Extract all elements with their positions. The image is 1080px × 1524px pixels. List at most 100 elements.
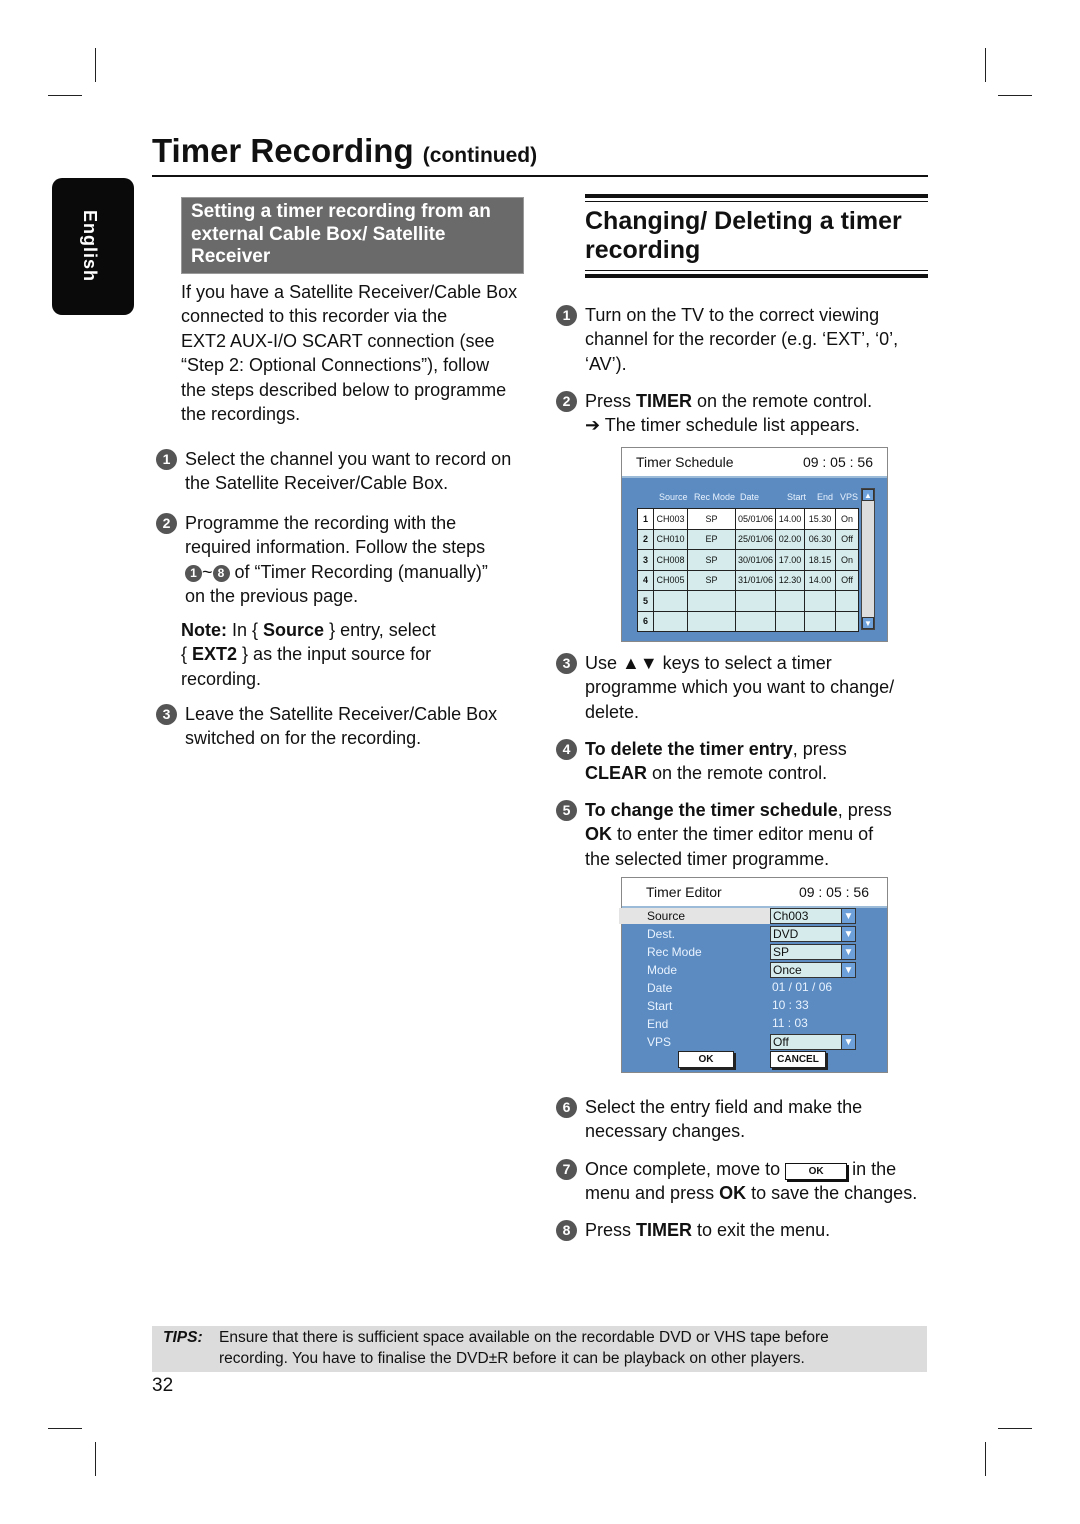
step-number-icon: 8 <box>556 1220 577 1241</box>
clock: 09 : 05 : 56 <box>802 454 873 470</box>
step-text: Turn on the TV to the correct viewing cha… <box>585 303 898 376</box>
chevron-down-icon[interactable]: ▼ <box>841 1034 856 1050</box>
field-dropdown[interactable]: Off ▼ <box>770 1034 856 1050</box>
chevron-down-icon[interactable]: ▼ <box>841 944 856 960</box>
chevron-down-icon[interactable]: ▼ <box>841 962 856 978</box>
text-segment: in the <box>847 1159 897 1179</box>
table-cell: Off <box>835 528 860 550</box>
table-cell <box>687 590 736 612</box>
text-segment: to exit the menu. <box>692 1220 831 1240</box>
column-header: End <box>817 492 834 502</box>
field-label: Mode <box>647 963 678 977</box>
step-number-icon: 3 <box>156 704 177 725</box>
title-rule <box>152 175 928 177</box>
field-dropdown[interactable]: Ch003 ▼ <box>770 908 856 924</box>
table-cell: CH005 <box>653 569 688 591</box>
table-cell <box>734 590 777 612</box>
text-segment: If you have a Satellite Receiver/Cable B… <box>181 282 518 302</box>
text-line: 1 ~8 of “Timer Recording (manually)” <box>185 560 488 584</box>
screen-title: Timer Editor <box>646 884 722 900</box>
step-text: Select the channel you want to record on… <box>185 447 511 496</box>
field-label: Date <box>647 981 673 995</box>
text-line: ➔ The timer schedule list appears. <box>585 413 872 437</box>
text-segment: Press <box>585 391 637 411</box>
field-value-text: Once <box>773 963 802 977</box>
field-value-text: 10 : 33 <box>772 998 809 1012</box>
table-cell <box>775 610 806 632</box>
step-number-icon: 1 <box>556 305 577 326</box>
text-segment: Programme the recording with the <box>185 513 457 533</box>
step-number-icon: 8 <box>212 564 230 582</box>
heading-rule-bottom <box>585 274 928 278</box>
table-cell: EP <box>687 528 736 550</box>
text-segment: to save the changes. <box>746 1183 918 1204</box>
step-text: Use ▲▼ keys to select a timer programme w… <box>585 651 894 724</box>
section-heading-box: Setting a timer recording from an extern… <box>181 197 524 274</box>
scroll-up-icon[interactable]: ▲ <box>862 489 874 501</box>
table-row[interactable]: 5 <box>637 590 860 612</box>
field-dropdown[interactable]: SP ▼ <box>770 944 856 960</box>
text-segment: CLEAR <box>585 763 647 784</box>
field-value-text: Off <box>773 1035 789 1049</box>
field-label: End <box>647 1017 669 1031</box>
text-segment: delete. <box>585 701 640 722</box>
text-segment: recording. <box>181 668 262 689</box>
text-segment: necessary changes. <box>585 1121 746 1142</box>
heading-rule-top-thin <box>585 201 928 202</box>
table-row[interactable]: 2 CH010 EP 25/01/06 02.00 06.30 Off <box>637 528 860 550</box>
step-number-icon: 3 <box>556 653 577 674</box>
text-line: Select the entry field and make the <box>585 1095 862 1119</box>
text-segment: { <box>181 644 193 665</box>
tips-box: TIPS: Ensure that there is sufficient spa… <box>152 1326 927 1372</box>
text-line: Programme the recording with the <box>185 511 488 535</box>
text-line: Use ▲▼ keys to select a timer <box>585 651 894 675</box>
text-line: the recordings. <box>181 402 517 426</box>
field-dropdown[interactable]: Once ▼ <box>770 962 856 978</box>
table-cell: 15.30 <box>804 508 837 530</box>
ok-button[interactable]: OK <box>678 1051 734 1068</box>
table-cell <box>653 590 688 612</box>
tips-text: Ensure that there is sufficient space av… <box>219 1329 829 1346</box>
crop-mark <box>985 48 986 82</box>
field-value[interactable]: 01 / 01 / 06 <box>770 980 832 996</box>
scroll-down-icon[interactable]: ▼ <box>862 617 874 629</box>
text-segment: To delete the timer entry <box>585 739 793 759</box>
cancel-button[interactable]: CANCEL <box>770 1051 826 1068</box>
section-heading: Changing/ Deleting a timer recording <box>585 207 902 264</box>
text-segment: Turn on the TV to the correct viewing <box>585 305 880 325</box>
field-label: Dest. <box>647 927 676 941</box>
text-line: “Step 2: Optional Connections”), follow <box>181 353 517 377</box>
field-value[interactable]: 10 : 33 <box>770 998 809 1014</box>
chevron-down-icon[interactable]: ▼ <box>841 908 856 924</box>
text-line: ‘AV’). <box>585 352 898 376</box>
table-row[interactable]: 6 <box>637 610 860 632</box>
tips-label: TIPS: <box>163 1329 203 1346</box>
text-segment: Leave the Satellite Receiver/Cable Box <box>185 704 498 724</box>
text-line: To change the timer schedule, press <box>585 798 892 822</box>
text-segment: Press <box>585 1220 637 1240</box>
step-number-icon: 4 <box>556 739 577 760</box>
table-row[interactable]: 4 CH005 SP 31/01/06 12.30 14.00 Off <box>637 569 860 591</box>
field-value[interactable]: 11 : 03 <box>770 1016 808 1032</box>
table-cell: 30/01/06 <box>734 549 777 571</box>
chevron-down-icon[interactable]: ▼ <box>841 926 856 942</box>
column-header: Source <box>659 492 688 502</box>
table-cell <box>687 610 736 632</box>
text-line: OK to enter the timer editor menu of <box>585 822 892 846</box>
step-text: Leave the Satellite Receiver/Cable Box sw… <box>185 702 497 751</box>
table-row[interactable]: 1 CH003 SP 05/01/06 14.00 15.30 On <box>637 508 860 530</box>
field-dropdown[interactable]: DVD ▼ <box>770 926 856 942</box>
column-header: Rec Mode <box>694 492 736 502</box>
text-segment: the steps described below to programme <box>181 379 507 400</box>
scrollbar[interactable]: ▲ ▼ <box>861 488 875 630</box>
table-row[interactable]: 3 CH008 SP 30/01/06 17.00 18.15 On <box>637 549 860 571</box>
crop-mark <box>998 1428 1032 1429</box>
step-text: Press TIMER to exit the menu. <box>585 1218 830 1242</box>
table-cell: SP <box>687 569 736 591</box>
text-segment: OK <box>719 1183 747 1204</box>
table-cell: CH008 <box>653 549 688 571</box>
step-text: Select the entry field and make the neces… <box>585 1095 862 1144</box>
text-line: recording. <box>181 667 436 691</box>
step-number-icon: 6 <box>556 1097 577 1118</box>
crop-mark <box>95 48 96 82</box>
